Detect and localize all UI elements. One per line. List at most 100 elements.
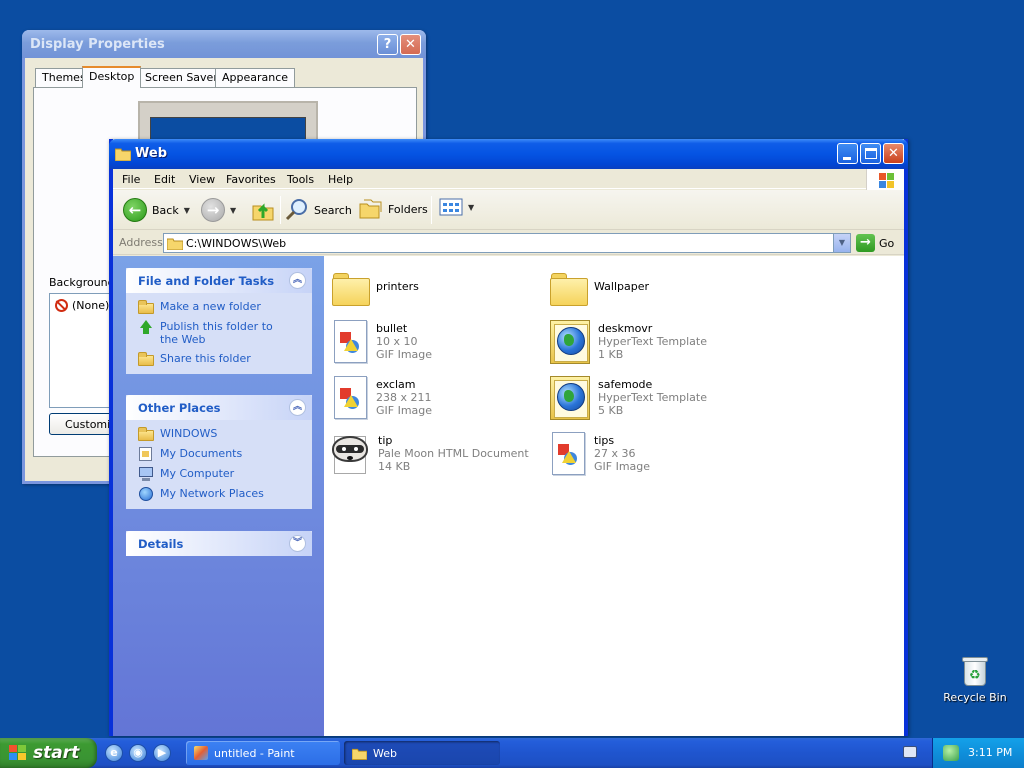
share-folder-link[interactable]: Share this folder: [138, 352, 312, 366]
folder-icon: [115, 148, 131, 161]
publish-folder-link[interactable]: Publish this folder to the Web: [138, 320, 312, 346]
address-dropdown-button[interactable]: ▼: [833, 234, 850, 252]
maximize-button[interactable]: [860, 143, 881, 164]
chevron-down-icon[interactable]: ▼: [230, 206, 236, 215]
file-name: bullet: [376, 322, 408, 335]
menu-file[interactable]: File: [122, 173, 140, 186]
place-windows-link[interactable]: WINDOWS: [138, 427, 312, 441]
back-button[interactable]: ← Back ▼: [123, 198, 190, 222]
back-label: Back: [152, 203, 179, 217]
file-item[interactable]: printers: [332, 266, 419, 316]
background-item-none[interactable]: (None): [55, 299, 109, 312]
internet-explorer-icon[interactable]: e: [105, 744, 123, 762]
media-player-icon[interactable]: ▶: [153, 744, 171, 762]
task-label: Make a new folder: [160, 300, 261, 313]
file-item[interactable]: bullet 10 x 10 GIF Image: [332, 318, 432, 368]
collapse-icon[interactable]: ︽: [289, 399, 306, 416]
details-panel: Details ︾: [126, 531, 312, 556]
start-button[interactable]: start: [0, 738, 97, 768]
paint-icon: [194, 746, 208, 760]
file-item[interactable]: Wallpaper: [550, 266, 649, 316]
views-button[interactable]: ▼: [439, 198, 474, 216]
panel-title: File and Folder Tasks: [138, 274, 275, 288]
file-dimensions: 238 x 211: [376, 391, 432, 404]
menu-tools[interactable]: Tools: [287, 173, 314, 186]
make-new-folder-link[interactable]: Make a new folder: [138, 300, 312, 314]
explorer-window[interactable]: Web ✕ File Edit View Favorites Tools Hel…: [109, 139, 908, 736]
place-my-computer-link[interactable]: My Computer: [138, 467, 312, 481]
file-size: 1 KB: [598, 348, 624, 361]
task-label: Publish this folder to the Web: [160, 320, 273, 346]
panel-title: Other Places: [138, 401, 221, 415]
address-input[interactable]: C:\WINDOWS\Web ▼: [163, 233, 851, 253]
close-button[interactable]: ✕: [883, 143, 904, 164]
tab-appearance[interactable]: Appearance: [215, 68, 296, 87]
tab-desktop[interactable]: Desktop: [82, 66, 142, 88]
file-item[interactable]: tip Pale Moon HTML Document 14 KB: [328, 430, 529, 480]
maximize-icon: [865, 148, 877, 159]
menu-help[interactable]: Help: [328, 173, 353, 186]
close-button[interactable]: ✕: [400, 34, 421, 55]
place-my-documents-link[interactable]: My Documents: [138, 447, 312, 461]
menu-favorites[interactable]: Favorites: [226, 173, 276, 186]
forward-button[interactable]: → ▼: [201, 198, 236, 222]
views-icon: [439, 198, 463, 216]
explorer-titlebar[interactable]: Web ✕: [109, 139, 908, 169]
chevron-down-icon[interactable]: ▼: [184, 206, 190, 215]
toolbar-separator: [431, 196, 432, 224]
file-name: tip: [378, 434, 393, 447]
tab-screen-saver[interactable]: Screen Saver: [138, 68, 225, 87]
folder-icon: [352, 748, 367, 760]
search-button[interactable]: Search: [285, 198, 352, 222]
minimize-button[interactable]: [837, 143, 858, 164]
file-type: Pale Moon HTML Document: [378, 447, 529, 460]
safely-remove-hardware-icon[interactable]: [943, 745, 959, 761]
publish-web-icon: [138, 320, 154, 334]
place-label: My Documents: [160, 447, 243, 460]
file-item[interactable]: exclam 238 x 211 GIF Image: [332, 374, 432, 424]
windows-flag-icon: [866, 169, 904, 191]
file-item[interactable]: tips 27 x 36 GIF Image: [550, 430, 650, 480]
browser-icon[interactable]: ◉: [129, 744, 147, 762]
menu-view[interactable]: View: [189, 173, 215, 186]
folder-icon: [167, 238, 183, 250]
help-button[interactable]: ?: [377, 34, 398, 55]
file-size: 14 KB: [378, 460, 411, 473]
place-label: WINDOWS: [160, 427, 218, 440]
display-properties-titlebar[interactable]: Display Properties ? ✕: [22, 30, 426, 58]
file-view[interactable]: printers Wallpaper bullet 10 x 10 GIF Im…: [324, 256, 904, 736]
clock[interactable]: 3:11 PM: [968, 746, 1012, 759]
recycle-bin-shortcut[interactable]: ♻ Recycle Bin: [940, 655, 1010, 704]
file-name: safemode: [598, 378, 653, 391]
up-folder-button[interactable]: [251, 198, 275, 222]
panel-header[interactable]: Other Places ︽: [126, 395, 312, 420]
place-network-link[interactable]: My Network Places: [138, 487, 312, 501]
chevron-down-icon[interactable]: ▼: [468, 203, 474, 212]
folders-button[interactable]: Folders: [359, 198, 428, 220]
window-title: Display Properties: [30, 37, 165, 52]
go-label: Go: [879, 236, 895, 250]
panel-header[interactable]: File and Folder Tasks ︽: [126, 268, 312, 293]
file-item[interactable]: deskmovr HyperText Template 1 KB: [548, 318, 707, 368]
folder-icon: [550, 270, 588, 306]
search-icon: [285, 199, 307, 221]
collapse-icon[interactable]: ︽: [289, 272, 306, 289]
recycle-bin-label: Recycle Bin: [943, 691, 1007, 704]
panel-header[interactable]: Details ︾: [126, 531, 312, 556]
file-type: GIF Image: [376, 404, 433, 417]
taskbar-item-web[interactable]: Web: [344, 741, 500, 765]
gif-image-icon: [550, 430, 588, 478]
taskbar-item-label: untitled - Paint: [214, 746, 295, 760]
taskbar-item-paint[interactable]: untitled - Paint: [186, 741, 340, 765]
address-label: Address: [119, 236, 163, 249]
go-button[interactable]: → Go: [856, 234, 894, 252]
documents-icon: [138, 447, 154, 461]
window-title: Web: [135, 146, 167, 161]
file-item[interactable]: safemode HyperText Template 5 KB: [548, 374, 707, 424]
toolbar-separator: [280, 196, 281, 224]
keyboard-icon[interactable]: [903, 746, 917, 758]
menu-edit[interactable]: Edit: [154, 173, 175, 186]
expand-icon[interactable]: ︾: [289, 535, 306, 552]
standard-toolbar: ← Back ▼ → ▼ Search Folders ▼: [113, 190, 904, 230]
computer-icon: [138, 467, 154, 481]
